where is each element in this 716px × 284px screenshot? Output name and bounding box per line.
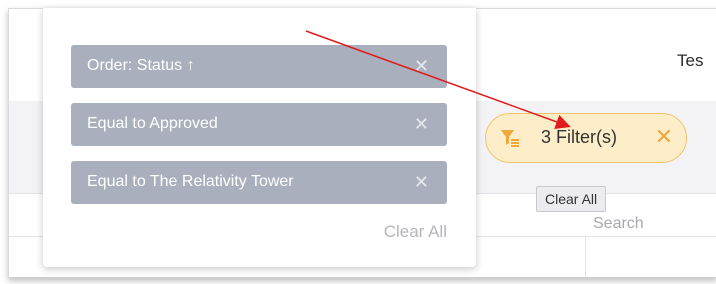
filter-icon [500, 129, 520, 147]
filter-chip[interactable]: Equal to The Relativity Tower ✕ [71, 161, 447, 204]
filter-chip[interactable]: Order: Status ↑ ✕ [71, 45, 447, 88]
search-column-placeholder[interactable]: Search [593, 215, 644, 233]
filter-chip[interactable]: Equal to Approved ✕ [71, 103, 447, 146]
close-icon[interactable]: ✕ [653, 126, 675, 148]
clear-all-tooltip: Clear All [536, 186, 607, 212]
filters-dropdown: Order: Status ↑ ✕ Equal to Approved ✕ Eq… [43, 8, 476, 267]
column-divider [585, 236, 586, 277]
remove-chip-icon[interactable]: ✕ [414, 114, 429, 135]
filter-chip-label: Order: Status ↑ [87, 57, 195, 74]
filters-count-label: 3 Filter(s) [541, 127, 617, 147]
page-title: Tes [677, 51, 704, 70]
remove-chip-icon[interactable]: ✕ [414, 172, 429, 193]
filters-count-pill[interactable]: 3 Filter(s) ✕ [485, 113, 687, 163]
clear-all-link[interactable]: Clear All [384, 222, 447, 242]
filter-chip-label: Equal to Approved [87, 115, 218, 132]
remove-chip-icon[interactable]: ✕ [414, 56, 429, 77]
filter-chip-label: Equal to The Relativity Tower [87, 173, 294, 190]
